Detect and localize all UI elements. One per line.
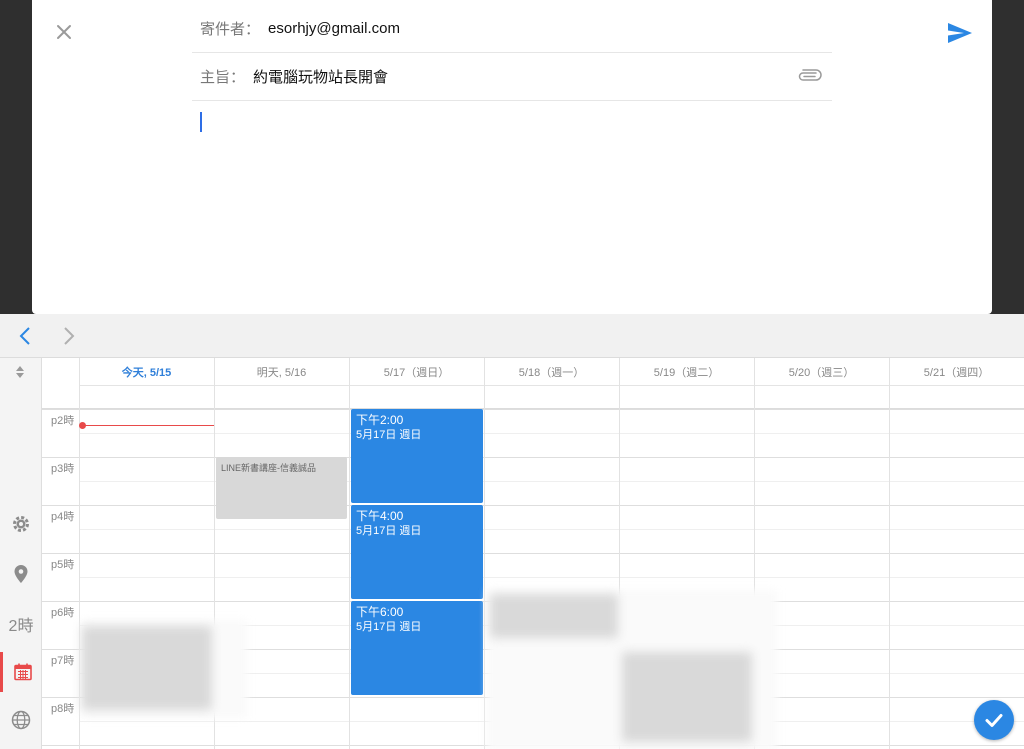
day-header[interactable]: 明天, 5/16 bbox=[214, 358, 349, 386]
chevron-left-icon bbox=[19, 327, 30, 345]
left-rail: 2時 bbox=[0, 358, 42, 749]
duration-button[interactable]: 2時 bbox=[0, 604, 42, 644]
half-hour-line bbox=[79, 529, 1024, 530]
checkmark-icon bbox=[985, 714, 1003, 727]
close-button[interactable] bbox=[52, 20, 76, 44]
day-header[interactable]: 5/17（週日） bbox=[349, 358, 484, 386]
day-header[interactable]: 5/21（週四） bbox=[889, 358, 1024, 386]
column-line bbox=[349, 358, 350, 749]
current-time-line bbox=[82, 425, 214, 426]
confirm-button[interactable] bbox=[974, 700, 1014, 740]
blurred-event bbox=[622, 652, 752, 742]
half-hour-line bbox=[79, 577, 1024, 578]
day-header[interactable]: 5/19（週二） bbox=[619, 358, 754, 386]
calendar-panel: 2時 今天, 5/15 明天, 5/16 5/17（週日） 5/18（週一） 5… bbox=[0, 314, 1024, 749]
calendar-event[interactable]: LINE新書講座-信義誠品 bbox=[216, 457, 347, 519]
column-line bbox=[484, 358, 485, 749]
map-pin-icon bbox=[14, 565, 28, 583]
calendar-view-button[interactable] bbox=[0, 652, 42, 692]
subject-value[interactable]: 約電腦玩物站長開會 bbox=[253, 66, 388, 87]
hour-line bbox=[42, 505, 1024, 506]
selected-time-slot[interactable]: 下午4:00 5月17日 週日 bbox=[351, 505, 483, 599]
hour-label: p7時 bbox=[51, 655, 75, 667]
from-label: 寄件者： bbox=[200, 21, 261, 38]
send-icon bbox=[948, 23, 972, 43]
subject-label: 主旨： bbox=[200, 69, 246, 86]
day-header-today[interactable]: 今天, 5/15 bbox=[79, 358, 214, 386]
hour-label: p8時 bbox=[51, 703, 75, 715]
hour-line bbox=[42, 409, 1024, 410]
hour-label: p3時 bbox=[51, 463, 75, 475]
compose-sheet: 寄件者： esorhjy@gmail.com 主旨： 約電腦玩物站長開會 bbox=[32, 0, 992, 314]
message-body[interactable] bbox=[192, 104, 832, 304]
all-day-row[interactable] bbox=[42, 386, 1024, 409]
week-grid[interactable]: 今天, 5/15 明天, 5/16 5/17（週日） 5/18（週一） 5/19… bbox=[42, 358, 1024, 749]
gear-icon bbox=[13, 516, 29, 532]
chevron-right-icon bbox=[64, 327, 75, 345]
from-field[interactable]: 寄件者： esorhjy@gmail.com bbox=[192, 5, 832, 53]
selected-time-slot[interactable]: 下午6:00 5月17日 週日 bbox=[351, 601, 483, 695]
current-time-dot bbox=[79, 422, 86, 429]
hour-label: p6時 bbox=[51, 607, 75, 619]
close-icon bbox=[57, 25, 71, 39]
blurred-event bbox=[490, 594, 618, 638]
blurred-event bbox=[82, 626, 212, 710]
hour-line bbox=[42, 553, 1024, 554]
event-date: 5月17日 週日 bbox=[356, 429, 422, 441]
hour-line bbox=[42, 457, 1024, 458]
previous-week-button[interactable] bbox=[14, 324, 38, 348]
event-date: 5月17日 週日 bbox=[356, 621, 422, 633]
attach-button[interactable] bbox=[796, 68, 822, 84]
column-line bbox=[79, 358, 80, 749]
event-date: 5月17日 週日 bbox=[356, 525, 422, 537]
text-caret bbox=[200, 112, 202, 132]
send-button[interactable] bbox=[946, 20, 974, 46]
calendar-toolbar bbox=[0, 314, 1024, 358]
half-hour-line bbox=[79, 433, 1024, 434]
column-line bbox=[889, 358, 890, 749]
next-week-button[interactable] bbox=[56, 324, 80, 348]
timezone-button[interactable] bbox=[0, 700, 42, 740]
selected-time-slot[interactable]: 下午2:00 5月17日 週日 bbox=[351, 409, 483, 503]
from-value[interactable]: esorhjy@gmail.com bbox=[268, 20, 400, 37]
day-header[interactable]: 5/18（週一） bbox=[484, 358, 619, 386]
event-time: 下午4:00 bbox=[356, 509, 404, 523]
event-time: 下午6:00 bbox=[356, 605, 404, 619]
event-title: LINE新書講座-信義誠品 bbox=[221, 463, 317, 473]
subject-field[interactable]: 主旨： 約電腦玩物站長開會 bbox=[192, 53, 832, 101]
day-header[interactable]: 5/20（週三） bbox=[754, 358, 889, 386]
hour-label: p5時 bbox=[51, 559, 75, 571]
calendar-icon bbox=[13, 663, 32, 681]
duration-label: 2時 bbox=[8, 618, 34, 635]
hour-label: p2時 bbox=[51, 415, 75, 427]
sort-arrows-icon[interactable] bbox=[12, 364, 28, 380]
settings-button[interactable] bbox=[0, 504, 42, 544]
paperclip-icon bbox=[798, 69, 822, 81]
location-button[interactable] bbox=[0, 554, 42, 594]
hour-label: p4時 bbox=[51, 511, 75, 523]
event-time: 下午2:00 bbox=[356, 413, 404, 427]
globe-icon bbox=[11, 710, 31, 730]
